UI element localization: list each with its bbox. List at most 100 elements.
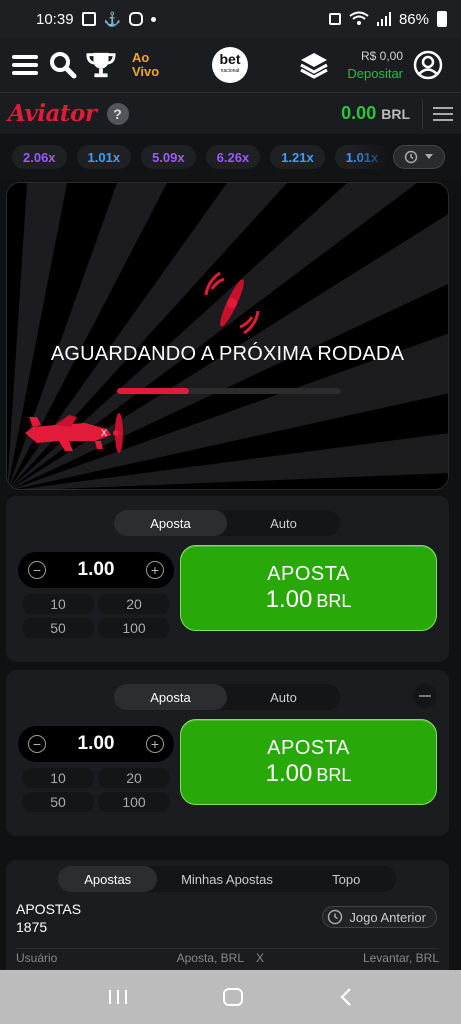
alarm-icon (328, 13, 341, 25)
increase-stake-button[interactable]: + (145, 735, 164, 753)
bet-mode-tabs: Aposta Auto (114, 684, 340, 710)
quick-stake-button[interactable]: 50 (22, 618, 94, 638)
round-progress-fill (117, 388, 189, 394)
game-menu-icon[interactable] (433, 103, 453, 125)
tab-aposta[interactable]: Aposta (114, 684, 227, 710)
multiplier-chip[interactable]: 6.26x (205, 145, 261, 169)
live-label-line1: Ao (132, 50, 150, 65)
place-bet-button[interactable]: APOSTA 1.00 BRL (180, 719, 437, 805)
more-notifications-icon (150, 16, 156, 22)
bet-button-label: APOSTA (267, 562, 350, 585)
game-balance: 0.00 BRL (341, 103, 410, 124)
decrease-stake-button[interactable]: − (28, 735, 46, 753)
layers-icon[interactable] (299, 50, 329, 80)
site-logo[interactable]: bet nacional (212, 47, 248, 83)
quick-stake-grid: 10 20 50 100 (18, 594, 174, 638)
wifi-icon (349, 11, 369, 25)
bets-table-header: Usuário Aposta, BRL X Levantar, BRL (16, 948, 439, 965)
tab-auto[interactable]: Auto (227, 684, 340, 710)
quick-stake-button[interactable]: 10 (22, 594, 94, 614)
bet-button-amount-value: 1.00 (265, 585, 313, 613)
bet-button-amount: 1.00 BRL (266, 760, 352, 788)
round-progress-bar (117, 388, 341, 394)
ship-notification-icon: ⚓ (103, 10, 121, 27)
aviator-logo: Aviator (8, 100, 97, 127)
column-bet: Aposta, BRL (176, 951, 244, 965)
balance-box[interactable]: R$ 0,00 Depositar (347, 47, 403, 83)
chevron-down-icon (425, 154, 433, 159)
bets-summary: APOSTAS 1875 (16, 900, 81, 936)
live-label-line2: Vivo (132, 64, 160, 79)
quick-stake-button[interactable]: 50 (22, 792, 94, 812)
menu-icon[interactable] (10, 50, 40, 80)
history-dropdown-button[interactable] (393, 145, 445, 169)
history-fade (351, 134, 391, 180)
trophy-icon[interactable] (86, 50, 116, 80)
bets-title: APOSTAS (16, 901, 82, 917)
bet-button-amount: 1.00 BRL (266, 586, 352, 614)
quick-stake-button[interactable]: 20 (98, 768, 170, 788)
game-area: X AGUARDANDO A PRÓXIMA RODADA (6, 182, 449, 490)
back-icon[interactable] (338, 987, 354, 1007)
column-user: Usuário (16, 951, 58, 965)
signal-icon (376, 12, 391, 26)
status-time: 10:39 (36, 10, 74, 28)
tab-minhas-apostas[interactable]: Minhas Apostas (157, 866, 296, 892)
previous-round-button[interactable]: Jogo Anterior (322, 906, 437, 928)
previous-round-label: Jogo Anterior (349, 909, 426, 925)
quick-stake-button[interactable]: 100 (98, 618, 170, 638)
multiplier-chip[interactable]: 1.21x (270, 145, 325, 169)
android-nav-bar (0, 970, 461, 1024)
bet-button-currency: BRL (316, 764, 352, 785)
stake-input[interactable]: 1.00 (78, 559, 115, 581)
game-balance-currency: BRL (381, 106, 410, 122)
stake-input[interactable]: 1.00 (78, 733, 115, 755)
tab-apostas[interactable]: Apostas (58, 866, 158, 892)
bet-button-amount-value: 1.00 (265, 759, 313, 787)
status-bar: 10:39 ⚓ 86% (0, 0, 461, 38)
help-button[interactable]: ? (106, 102, 129, 125)
tab-auto[interactable]: Auto (227, 510, 340, 536)
game-header: Aviator ? 0.00 BRL (0, 92, 461, 134)
bet-button-label: APOSTA (267, 736, 350, 759)
battery-icon (437, 11, 447, 27)
tab-topo[interactable]: Topo (297, 866, 396, 892)
stake-stepper: − 1.00 + (18, 552, 174, 588)
sunburst-background: X (7, 183, 448, 489)
logo-text: bet (219, 51, 241, 67)
quick-stake-button[interactable]: 100 (98, 792, 170, 812)
svg-text:X: X (101, 428, 107, 438)
logo-subtext: nacional (220, 68, 240, 74)
instagram-notification-icon (128, 12, 143, 26)
bet-button-currency: BRL (316, 590, 352, 611)
multiplier-chip[interactable]: 5.09x (141, 145, 196, 169)
live-link[interactable]: Ao Vivo (132, 51, 159, 79)
bets-section: Apostas Minhas Apostas Topo APOSTAS 1875… (6, 860, 449, 970)
top-nav: Ao Vivo bet nacional R$ 0,00 Depositar (0, 38, 461, 92)
home-icon[interactable] (222, 987, 244, 1007)
place-bet-button[interactable]: APOSTA 1.00 BRL (180, 545, 437, 631)
multiplier-chip[interactable]: 1.01x (76, 145, 132, 169)
bet-panel-1: Aposta Auto − 1.00 + 10 20 50 100 APOSTA… (6, 496, 449, 662)
multiplier-history: 2.06x 1.01x 5.09x 6.26x 1.21x 1.01x (0, 134, 461, 180)
multiplier-chip[interactable]: 2.06x (12, 145, 67, 169)
game-balance-amount: 0.00 (341, 103, 377, 123)
tab-aposta[interactable]: Aposta (114, 510, 227, 536)
stake-box: − 1.00 + 10 20 50 100 (18, 552, 174, 644)
quick-stake-button[interactable]: 20 (98, 594, 170, 614)
bet-panel-2: Aposta Auto − 1.00 + 10 20 50 100 APOSTA… (6, 670, 449, 836)
waiting-message: AGUARDANDO A PRÓXIMA RODADA (50, 343, 405, 365)
recent-apps-icon[interactable] (107, 988, 129, 1006)
user-icon[interactable] (413, 50, 443, 80)
increase-stake-button[interactable]: + (145, 561, 164, 579)
deposit-link[interactable]: Depositar (347, 65, 403, 83)
quick-stake-grid: 10 20 50 100 (18, 768, 174, 812)
remove-panel-icon[interactable] (413, 684, 437, 708)
search-icon[interactable] (48, 50, 78, 80)
history-icon (404, 150, 418, 164)
decrease-stake-button[interactable]: − (28, 561, 46, 579)
bets-tabs: Apostas Minhas Apostas Topo (58, 866, 396, 892)
bet-mode-tabs: Aposta Auto (114, 510, 340, 536)
quick-stake-button[interactable]: 10 (22, 768, 94, 788)
page: 10:39 ⚓ 86% Ao Vivo bet nacional R$ 0,00… (0, 0, 461, 1024)
